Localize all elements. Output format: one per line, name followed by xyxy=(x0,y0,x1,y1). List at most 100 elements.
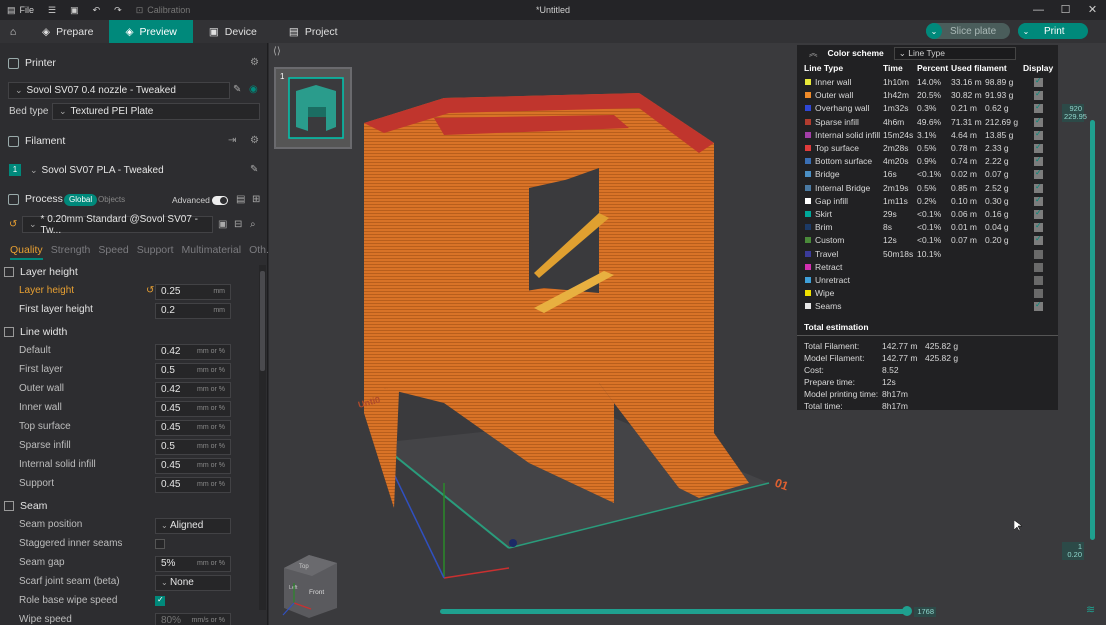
seam-gap-input[interactable]: 5% mm or % xyxy=(155,556,231,572)
staggered-seams-label: Staggered inner seams xyxy=(19,538,123,549)
tab-support[interactable]: Support xyxy=(137,244,174,260)
line-type-time: 4h6m xyxy=(883,116,905,127)
objects-toggle[interactable]: Objects xyxy=(93,194,130,206)
save-icon[interactable]: ▣ xyxy=(63,0,86,20)
tab-project[interactable]: ▤ Project xyxy=(273,20,354,43)
settings-scrollbar[interactable] xyxy=(259,265,266,610)
seam-position-select[interactable]: ⌄ Aligned xyxy=(155,518,231,534)
wifi-icon[interactable]: ◉ xyxy=(249,84,258,95)
outer-wall-width-input[interactable]: 0.42 mm or % xyxy=(155,382,231,398)
chevron-down-icon[interactable]: ⌄ xyxy=(926,23,942,39)
display-checkbox[interactable] xyxy=(1034,89,1043,101)
minimize-icon[interactable]: — xyxy=(1025,0,1052,20)
maximize-icon[interactable]: ☐ xyxy=(1052,0,1079,20)
display-checkbox[interactable] xyxy=(1034,300,1043,312)
top-surface-width-input[interactable]: 0.45 mm or % xyxy=(155,420,231,436)
tab-speed[interactable]: Speed xyxy=(98,244,128,260)
edit-icon[interactable]: ✎ xyxy=(250,164,258,175)
inner-wall-width-label: Inner wall xyxy=(19,402,62,413)
filament-settings-icon[interactable]: ⚙ xyxy=(250,135,262,147)
line-type-swatch xyxy=(805,145,811,151)
display-checkbox[interactable] xyxy=(1034,142,1043,153)
first-layer-width-input[interactable]: 0.5 mm or % xyxy=(155,363,231,379)
display-checkbox[interactable] xyxy=(1034,168,1043,180)
display-checkbox[interactable] xyxy=(1034,262,1043,272)
first-layer-height-input[interactable]: 0.2 mm xyxy=(155,303,231,319)
calibration-menu[interactable]: ⊡ Calibration xyxy=(129,0,198,20)
color-scheme-select[interactable]: ⌄ Line Type xyxy=(893,46,1016,60)
line-type-swatch xyxy=(805,118,811,125)
line-width-icon xyxy=(4,327,14,337)
tab-device[interactable]: ▣ Device xyxy=(193,20,273,43)
display-checkbox[interactable] xyxy=(1034,102,1043,114)
tab-preview[interactable]: ◈ Preview xyxy=(109,20,193,43)
display-checkbox[interactable] xyxy=(1034,249,1043,259)
tab-quality[interactable]: Quality xyxy=(10,244,43,260)
redo-icon[interactable]: ↷ xyxy=(107,0,129,20)
layer-vertical-slider[interactable] xyxy=(1090,120,1095,540)
edit-icon[interactable]: ✎ xyxy=(233,84,241,95)
inner-wall-width-input[interactable]: 0.45 mm or % xyxy=(155,401,231,417)
scarf-seam-select[interactable]: ⌄ None xyxy=(155,575,231,591)
display-checkbox[interactable] xyxy=(1034,289,1043,299)
home-icon[interactable]: ⌂ xyxy=(0,20,26,43)
layout-icon[interactable]: ⊞ xyxy=(252,194,260,205)
staggered-seams-checkbox[interactable] xyxy=(155,539,165,549)
default-width-input[interactable]: 0.42 mm or % xyxy=(155,344,231,360)
display-checkbox[interactable] xyxy=(1034,129,1043,140)
undo-icon[interactable]: ↶ xyxy=(86,0,108,20)
role-base-wipe-checkbox[interactable] xyxy=(155,595,165,606)
display-checkbox[interactable] xyxy=(1034,234,1043,246)
display-checkbox[interactable] xyxy=(1034,182,1043,193)
menu-icon[interactable]: ☰ xyxy=(41,0,63,20)
preview-icon: ◈ xyxy=(125,25,134,38)
line-type-swatch xyxy=(805,197,811,204)
wipe-speed-input[interactable]: 80% mm/s or % xyxy=(155,613,231,625)
bed-type-select[interactable]: ⌄ Textured PEI Plate xyxy=(52,103,260,120)
line-type-swatch xyxy=(805,158,811,165)
display-checkbox[interactable] xyxy=(1034,208,1043,219)
close-icon[interactable]: ✕ xyxy=(1079,0,1106,20)
display-checkbox[interactable] xyxy=(1034,221,1043,233)
print-button[interactable]: ⌄ Print xyxy=(1018,23,1088,39)
save-preset-icon[interactable]: ▣ xyxy=(218,219,227,230)
advanced-toggle[interactable] xyxy=(212,196,228,205)
chevron-down-icon[interactable]: ⌄ xyxy=(1018,23,1034,39)
line-type-weight: 212.69 g xyxy=(985,116,1019,127)
process-preset-select[interactable]: ⌄ * 0.20mm Standard @Sovol SV07 - Tw... xyxy=(22,214,213,236)
internal-solid-width-input[interactable]: 0.45 mm or % xyxy=(155,458,231,474)
line-type-swatch xyxy=(805,250,811,257)
reset-icon[interactable]: ↺ xyxy=(9,219,17,230)
printer-select[interactable]: ⌄ Sovol SV07 0.4 nozzle - Tweaked xyxy=(8,82,230,99)
tab-multimaterial[interactable]: Multimaterial xyxy=(182,244,242,260)
search-icon[interactable]: ⌕ xyxy=(250,219,256,230)
display-checkbox[interactable] xyxy=(1034,116,1043,127)
filament-select[interactable]: ⌄ Sovol SV07 PLA - Tweaked xyxy=(24,162,248,179)
line-type-swatch xyxy=(805,263,811,270)
layer-height-input[interactable]: 0.25 mm xyxy=(155,284,231,300)
reset-icon[interactable]: ↺ xyxy=(146,285,154,296)
seam-position-label: Seam position xyxy=(19,519,83,530)
layers-icon[interactable]: ≋ xyxy=(1086,603,1095,616)
file-menu[interactable]: ▤ File xyxy=(0,0,41,20)
slice-plate-button[interactable]: ⌄ Slice plate xyxy=(926,23,1010,39)
internal-solid-width-label: Internal solid infill xyxy=(19,459,96,470)
outer-wall-width-label: Outer wall xyxy=(19,383,65,394)
display-checkbox[interactable] xyxy=(1034,195,1043,206)
line-type-percent: 20.5% xyxy=(917,90,942,101)
tab-prepare[interactable]: ◈ Prepare xyxy=(26,20,109,43)
move-horizontal-slider[interactable] xyxy=(440,606,912,616)
display-checkbox[interactable] xyxy=(1034,276,1043,285)
line-type-weight: 0.07 g xyxy=(985,169,1009,180)
tab-strength[interactable]: Strength xyxy=(51,244,91,260)
support-width-input[interactable]: 0.45 mm or % xyxy=(155,477,231,493)
display-checkbox[interactable] xyxy=(1034,76,1043,87)
compare-icon[interactable]: ▤ xyxy=(236,194,245,205)
add-filament-icon[interactable]: ⇥ xyxy=(228,135,240,147)
display-checkbox[interactable] xyxy=(1034,155,1043,167)
collapse-legend-icon[interactable]: ︽ xyxy=(809,47,818,59)
printer-settings-icon[interactable]: ⚙ xyxy=(250,57,262,69)
layer-top-tag: 920 229.95 xyxy=(1062,104,1087,122)
remove-preset-icon[interactable]: ⊟ xyxy=(234,219,242,230)
sparse-infill-width-input[interactable]: 0.5 mm or % xyxy=(155,439,231,455)
